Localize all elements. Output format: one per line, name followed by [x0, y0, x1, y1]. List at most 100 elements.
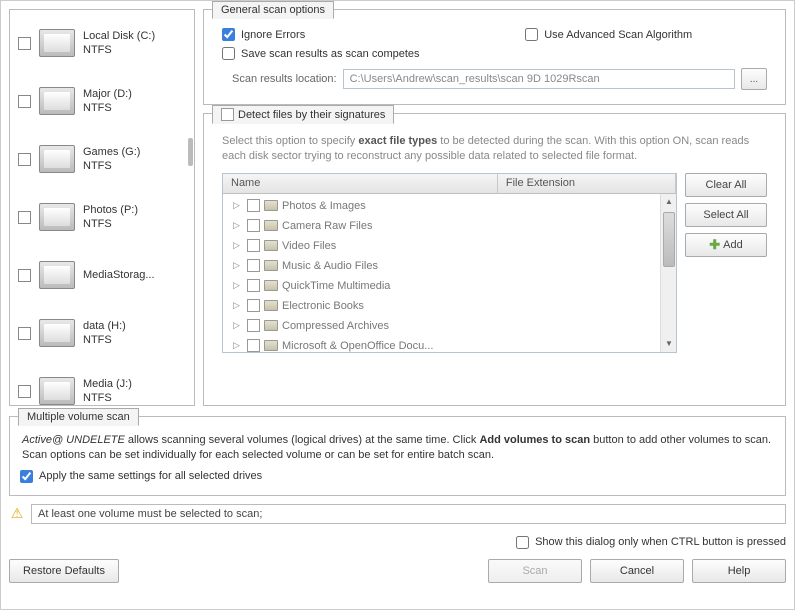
restore-defaults-button[interactable]: Restore Defaults	[9, 559, 119, 583]
scan-button[interactable]: Scan	[488, 559, 582, 583]
drive-checkbox[interactable]	[18, 37, 31, 50]
signature-checkbox[interactable]	[247, 199, 260, 212]
detect-signatures-fieldset: Detect files by their signatures Select …	[203, 113, 786, 406]
drive-name: data (H:)	[83, 319, 126, 333]
drive-fs: NTFS	[83, 391, 132, 405]
scroll-up-icon[interactable]: ▲	[663, 195, 675, 209]
signature-row[interactable]: ▷ Compressed Archives	[223, 316, 676, 336]
drive-checkbox[interactable]	[18, 385, 31, 398]
browse-location-button[interactable]: ...	[741, 68, 767, 90]
drive-item[interactable]: MediaStorag...	[14, 246, 190, 304]
multiple-volume-scan-fieldset: Multiple volume scan Active@ UNDELETE al…	[9, 416, 786, 496]
signature-checkbox[interactable]	[247, 279, 260, 292]
drive-name: MediaStorag...	[83, 268, 155, 282]
expand-icon[interactable]: ▷	[233, 240, 243, 251]
folder-icon	[264, 240, 278, 251]
drive-checkbox[interactable]	[18, 327, 31, 340]
folder-icon	[264, 300, 278, 311]
scroll-thumb[interactable]	[663, 212, 675, 267]
signature-row[interactable]: ▷ Music & Audio Files	[223, 256, 676, 276]
signature-table[interactable]: Name File Extension ▷ Photos & Images ▷ …	[222, 173, 677, 353]
show-dialog-ctrl-label: Show this dialog only when CTRL button i…	[535, 536, 786, 548]
drive-item[interactable]: Photos (P:) NTFS	[14, 188, 190, 246]
signature-name: Music & Audio Files	[282, 260, 378, 272]
expand-icon[interactable]: ▷	[233, 260, 243, 271]
drive-checkbox[interactable]	[18, 153, 31, 166]
disk-icon	[39, 261, 75, 289]
drive-name: Major (D:)	[83, 87, 132, 101]
drive-list-panel[interactable]: Local Disk (C:) NTFS Major (D:) NTFS Gam…	[9, 9, 195, 406]
detect-signatures-legend: Detect files by their signatures	[238, 109, 385, 121]
detect-signatures-checkbox[interactable]	[221, 108, 234, 121]
disk-icon	[39, 145, 75, 173]
ignore-errors-checkbox[interactable]: Ignore Errors	[222, 28, 305, 41]
expand-icon[interactable]: ▷	[233, 200, 243, 211]
add-button[interactable]: ✚Add	[685, 233, 767, 257]
signature-checkbox[interactable]	[247, 299, 260, 312]
drive-item[interactable]: data (H:) NTFS	[14, 304, 190, 362]
use-advanced-checkbox[interactable]: Use Advanced Scan Algorithm	[525, 28, 692, 41]
signature-name: Camera Raw Files	[282, 220, 372, 232]
signature-checkbox[interactable]	[247, 239, 260, 252]
scan-results-location-input[interactable]	[343, 69, 735, 89]
expand-icon[interactable]: ▷	[233, 220, 243, 231]
drive-item[interactable]: Games (G:) NTFS	[14, 130, 190, 188]
drive-item[interactable]: Major (D:) NTFS	[14, 72, 190, 130]
expand-icon[interactable]: ▷	[233, 280, 243, 291]
drive-name: Local Disk (C:)	[83, 29, 155, 43]
signature-name: Electronic Books	[282, 300, 364, 312]
column-header-name[interactable]: Name	[223, 174, 498, 193]
folder-icon	[264, 280, 278, 291]
drive-checkbox[interactable]	[18, 95, 31, 108]
save-results-checkbox[interactable]: Save scan results as scan competes	[222, 47, 420, 60]
signature-name: Microsoft & OpenOffice Docu...	[282, 340, 433, 352]
use-advanced-label: Use Advanced Scan Algorithm	[544, 29, 692, 41]
signature-checkbox[interactable]	[247, 219, 260, 232]
location-label: Scan results location:	[232, 73, 337, 85]
folder-icon	[264, 220, 278, 231]
drive-fs: NTFS	[83, 43, 155, 57]
signature-row[interactable]: ▷ QuickTime Multimedia	[223, 276, 676, 296]
folder-icon	[264, 260, 278, 271]
signature-scrollbar[interactable]: ▲ ▼	[660, 194, 676, 352]
signatures-description: Select this option to specify exact file…	[222, 134, 767, 165]
signature-row[interactable]: ▷ Photos & Images	[223, 196, 676, 216]
drive-checkbox[interactable]	[18, 211, 31, 224]
signature-name: QuickTime Multimedia	[282, 280, 390, 292]
warning-icon: ⚠	[9, 506, 25, 522]
clear-all-button[interactable]: Clear All	[685, 173, 767, 197]
apply-same-settings-label: Apply the same settings for all selected…	[39, 470, 262, 482]
drive-scrollbar-thumb[interactable]	[188, 138, 193, 166]
scroll-down-icon[interactable]: ▼	[663, 337, 675, 351]
signature-checkbox[interactable]	[247, 319, 260, 332]
apply-same-settings-checkbox[interactable]: Apply the same settings for all selected…	[20, 470, 775, 483]
expand-icon[interactable]: ▷	[233, 340, 243, 351]
signature-row[interactable]: ▷ Microsoft & OpenOffice Docu...	[223, 336, 676, 353]
signature-name: Photos & Images	[282, 200, 366, 212]
show-dialog-ctrl-checkbox[interactable]: Show this dialog only when CTRL button i…	[516, 536, 786, 549]
drive-item[interactable]: Local Disk (C:) NTFS	[14, 14, 190, 72]
signature-row[interactable]: ▷ Video Files	[223, 236, 676, 256]
signature-name: Video Files	[282, 240, 336, 252]
disk-icon	[39, 319, 75, 347]
signature-row[interactable]: ▷ Camera Raw Files	[223, 216, 676, 236]
column-header-extension[interactable]: File Extension	[498, 174, 676, 193]
expand-icon[interactable]: ▷	[233, 320, 243, 331]
drive-name: Media (J:)	[83, 377, 132, 391]
expand-icon[interactable]: ▷	[233, 300, 243, 311]
signature-name: Compressed Archives	[282, 320, 389, 332]
drive-name: Games (G:)	[83, 145, 140, 159]
signature-checkbox[interactable]	[247, 339, 260, 352]
signature-row[interactable]: ▷ Electronic Books	[223, 296, 676, 316]
drive-fs: NTFS	[83, 217, 138, 231]
select-all-button[interactable]: Select All	[685, 203, 767, 227]
drive-item[interactable]: Media (J:) NTFS	[14, 362, 190, 406]
signature-checkbox[interactable]	[247, 259, 260, 272]
disk-icon	[39, 377, 75, 405]
drive-checkbox[interactable]	[18, 269, 31, 282]
plus-icon: ✚	[709, 237, 720, 253]
cancel-button[interactable]: Cancel	[590, 559, 684, 583]
help-button[interactable]: Help	[692, 559, 786, 583]
ignore-errors-label: Ignore Errors	[241, 29, 305, 41]
general-scan-options-fieldset: General scan options Ignore Errors Use A…	[203, 9, 786, 105]
